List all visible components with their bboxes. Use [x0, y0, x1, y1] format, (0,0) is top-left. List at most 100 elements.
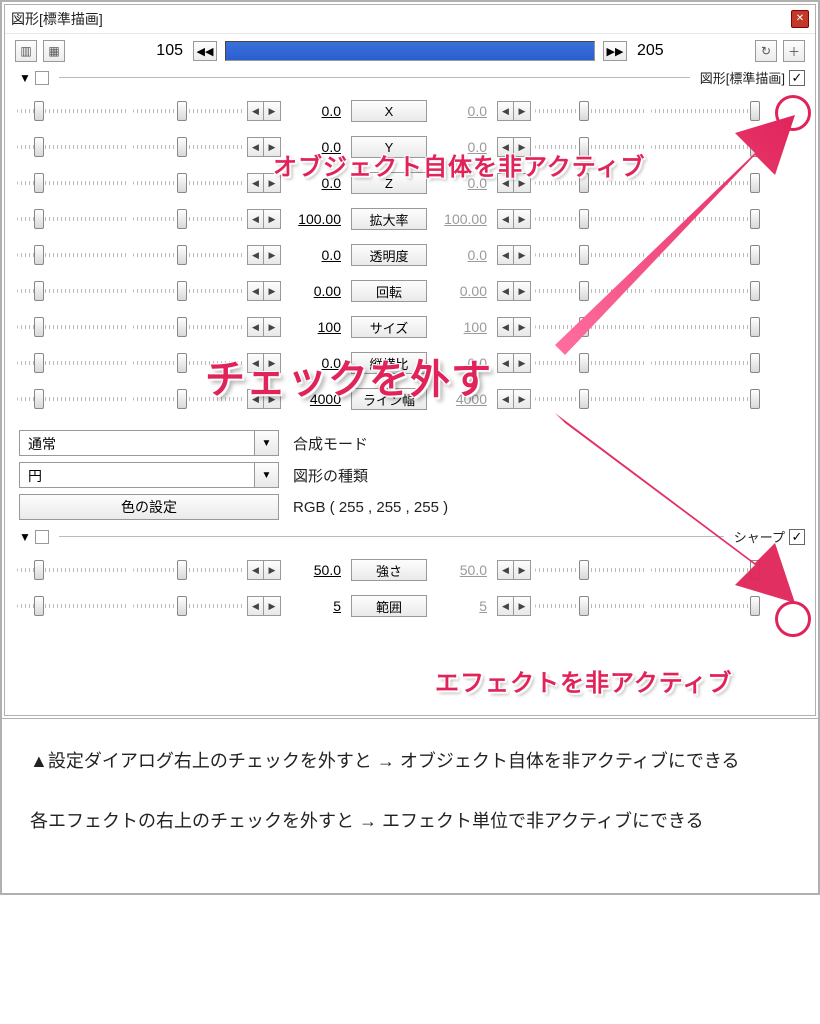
param-value-right[interactable]: 100: [431, 319, 493, 335]
param-value-right[interactable]: 0.0: [431, 103, 493, 119]
param-label-button[interactable]: 縦横比: [351, 352, 427, 374]
param-slider-left-b[interactable]: [133, 137, 243, 157]
step-right-icon[interactable]: ▶: [514, 354, 530, 372]
step-left-icon[interactable]: ◀: [498, 138, 514, 156]
step-left-icon[interactable]: ◀: [248, 174, 264, 192]
param-slider-right-a[interactable]: [535, 209, 645, 229]
stepper-left[interactable]: ◀ ▶: [247, 209, 281, 229]
param-value-right[interactable]: 100.00: [431, 211, 493, 227]
forward-button[interactable]: ▶▶: [603, 41, 627, 61]
param-slider-right-a[interactable]: [535, 560, 645, 580]
param-label-button[interactable]: 範囲: [351, 595, 427, 617]
stepper-right[interactable]: ◀ ▶: [497, 389, 531, 409]
step-left-icon[interactable]: ◀: [498, 561, 514, 579]
step-left-icon[interactable]: ◀: [248, 282, 264, 300]
step-right-icon[interactable]: ▶: [514, 561, 530, 579]
step-right-icon[interactable]: ▶: [264, 390, 280, 408]
param-value-right[interactable]: 50.0: [431, 562, 493, 578]
param-value-left[interactable]: 0.0: [285, 103, 347, 119]
step-right-icon[interactable]: ▶: [264, 354, 280, 372]
param-slider-right-a[interactable]: [535, 596, 645, 616]
step-left-icon[interactable]: ◀: [498, 246, 514, 264]
step-right-icon[interactable]: ▶: [514, 210, 530, 228]
step-right-icon[interactable]: ▶: [264, 561, 280, 579]
stepper-right[interactable]: ◀ ▶: [497, 560, 531, 580]
stepper-right[interactable]: ◀ ▶: [497, 101, 531, 121]
param-value-left[interactable]: 100: [285, 319, 347, 335]
step-right-icon[interactable]: ▶: [264, 246, 280, 264]
grid-icon[interactable]: ▦: [43, 40, 65, 62]
step-right-icon[interactable]: ▶: [514, 597, 530, 615]
param-slider-left-a[interactable]: [17, 245, 127, 265]
step-right-icon[interactable]: ▶: [264, 318, 280, 336]
step-left-icon[interactable]: ◀: [498, 354, 514, 372]
stepper-left[interactable]: ◀ ▶: [247, 101, 281, 121]
step-right-icon[interactable]: ▶: [264, 102, 280, 120]
param-value-right[interactable]: 0.0: [431, 247, 493, 263]
param-slider-right-a[interactable]: [535, 353, 645, 373]
frame-start[interactable]: 105: [137, 42, 187, 60]
stepper-left[interactable]: ◀ ▶: [247, 596, 281, 616]
param-slider-left-b[interactable]: [133, 596, 243, 616]
step-right-icon[interactable]: ▶: [514, 174, 530, 192]
param-slider-right-a[interactable]: [535, 101, 645, 121]
param-slider-right-b[interactable]: [651, 101, 761, 121]
step-left-icon[interactable]: ◀: [248, 597, 264, 615]
step-left-icon[interactable]: ◀: [248, 246, 264, 264]
param-label-button[interactable]: サイズ: [351, 316, 427, 338]
step-right-icon[interactable]: ▶: [514, 282, 530, 300]
param-slider-left-a[interactable]: [17, 173, 127, 193]
param-slider-right-b[interactable]: [651, 353, 761, 373]
disclose-icon[interactable]: ▼: [19, 530, 31, 544]
timeline-bar[interactable]: [225, 41, 595, 61]
param-slider-left-a[interactable]: [17, 137, 127, 157]
dropdown-icon[interactable]: ▼: [254, 431, 278, 455]
stepper-left[interactable]: ◀ ▶: [247, 353, 281, 373]
param-label-button[interactable]: 回転: [351, 280, 427, 302]
stepper-left[interactable]: ◀ ▶: [247, 389, 281, 409]
param-value-left[interactable]: 0.0: [285, 175, 347, 191]
stepper-left[interactable]: ◀ ▶: [247, 560, 281, 580]
param-slider-right-a[interactable]: [535, 245, 645, 265]
step-right-icon[interactable]: ▶: [514, 246, 530, 264]
step-right-icon[interactable]: ▶: [264, 210, 280, 228]
param-label-button[interactable]: 強さ: [351, 559, 427, 581]
param-label-button[interactable]: ライン幅: [351, 388, 427, 410]
step-right-icon[interactable]: ▶: [264, 174, 280, 192]
param-value-right[interactable]: 4000: [431, 391, 493, 407]
param-slider-left-a[interactable]: [17, 209, 127, 229]
step-right-icon[interactable]: ▶: [514, 318, 530, 336]
step-left-icon[interactable]: ◀: [248, 390, 264, 408]
param-slider-left-a[interactable]: [17, 596, 127, 616]
param-value-left[interactable]: 0.0: [285, 139, 347, 155]
step-left-icon[interactable]: ◀: [498, 318, 514, 336]
param-slider-left-b[interactable]: [133, 560, 243, 580]
param-slider-left-b[interactable]: [133, 173, 243, 193]
param-value-right[interactable]: 0.0: [431, 175, 493, 191]
refresh-icon[interactable]: ↻: [755, 40, 777, 62]
step-left-icon[interactable]: ◀: [248, 102, 264, 120]
param-slider-left-a[interactable]: [17, 317, 127, 337]
object-active-checkbox[interactable]: ✓: [789, 70, 805, 86]
color-settings-button[interactable]: 色の設定: [19, 494, 279, 520]
rewind-button[interactable]: ◀◀: [193, 41, 217, 61]
plus-icon[interactable]: ＋: [783, 40, 805, 62]
param-slider-left-b[interactable]: [133, 317, 243, 337]
frame-end[interactable]: 205: [633, 42, 683, 60]
stepper-right[interactable]: ◀ ▶: [497, 173, 531, 193]
stepper-right[interactable]: ◀ ▶: [497, 353, 531, 373]
param-value-left[interactable]: 50.0: [285, 562, 347, 578]
stepper-right[interactable]: ◀ ▶: [497, 317, 531, 337]
disclose-icon[interactable]: ▼: [19, 71, 31, 85]
param-value-left[interactable]: 5: [285, 598, 347, 614]
stepper-left[interactable]: ◀ ▶: [247, 173, 281, 193]
stepper-right[interactable]: ◀ ▶: [497, 281, 531, 301]
param-slider-left-b[interactable]: [133, 245, 243, 265]
param-label-button[interactable]: X: [351, 100, 427, 122]
param-slider-right-b[interactable]: [651, 245, 761, 265]
param-slider-left-a[interactable]: [17, 101, 127, 121]
param-slider-right-a[interactable]: [535, 317, 645, 337]
step-left-icon[interactable]: ◀: [248, 210, 264, 228]
step-left-icon[interactable]: ◀: [498, 597, 514, 615]
param-value-left[interactable]: 0.0: [285, 247, 347, 263]
